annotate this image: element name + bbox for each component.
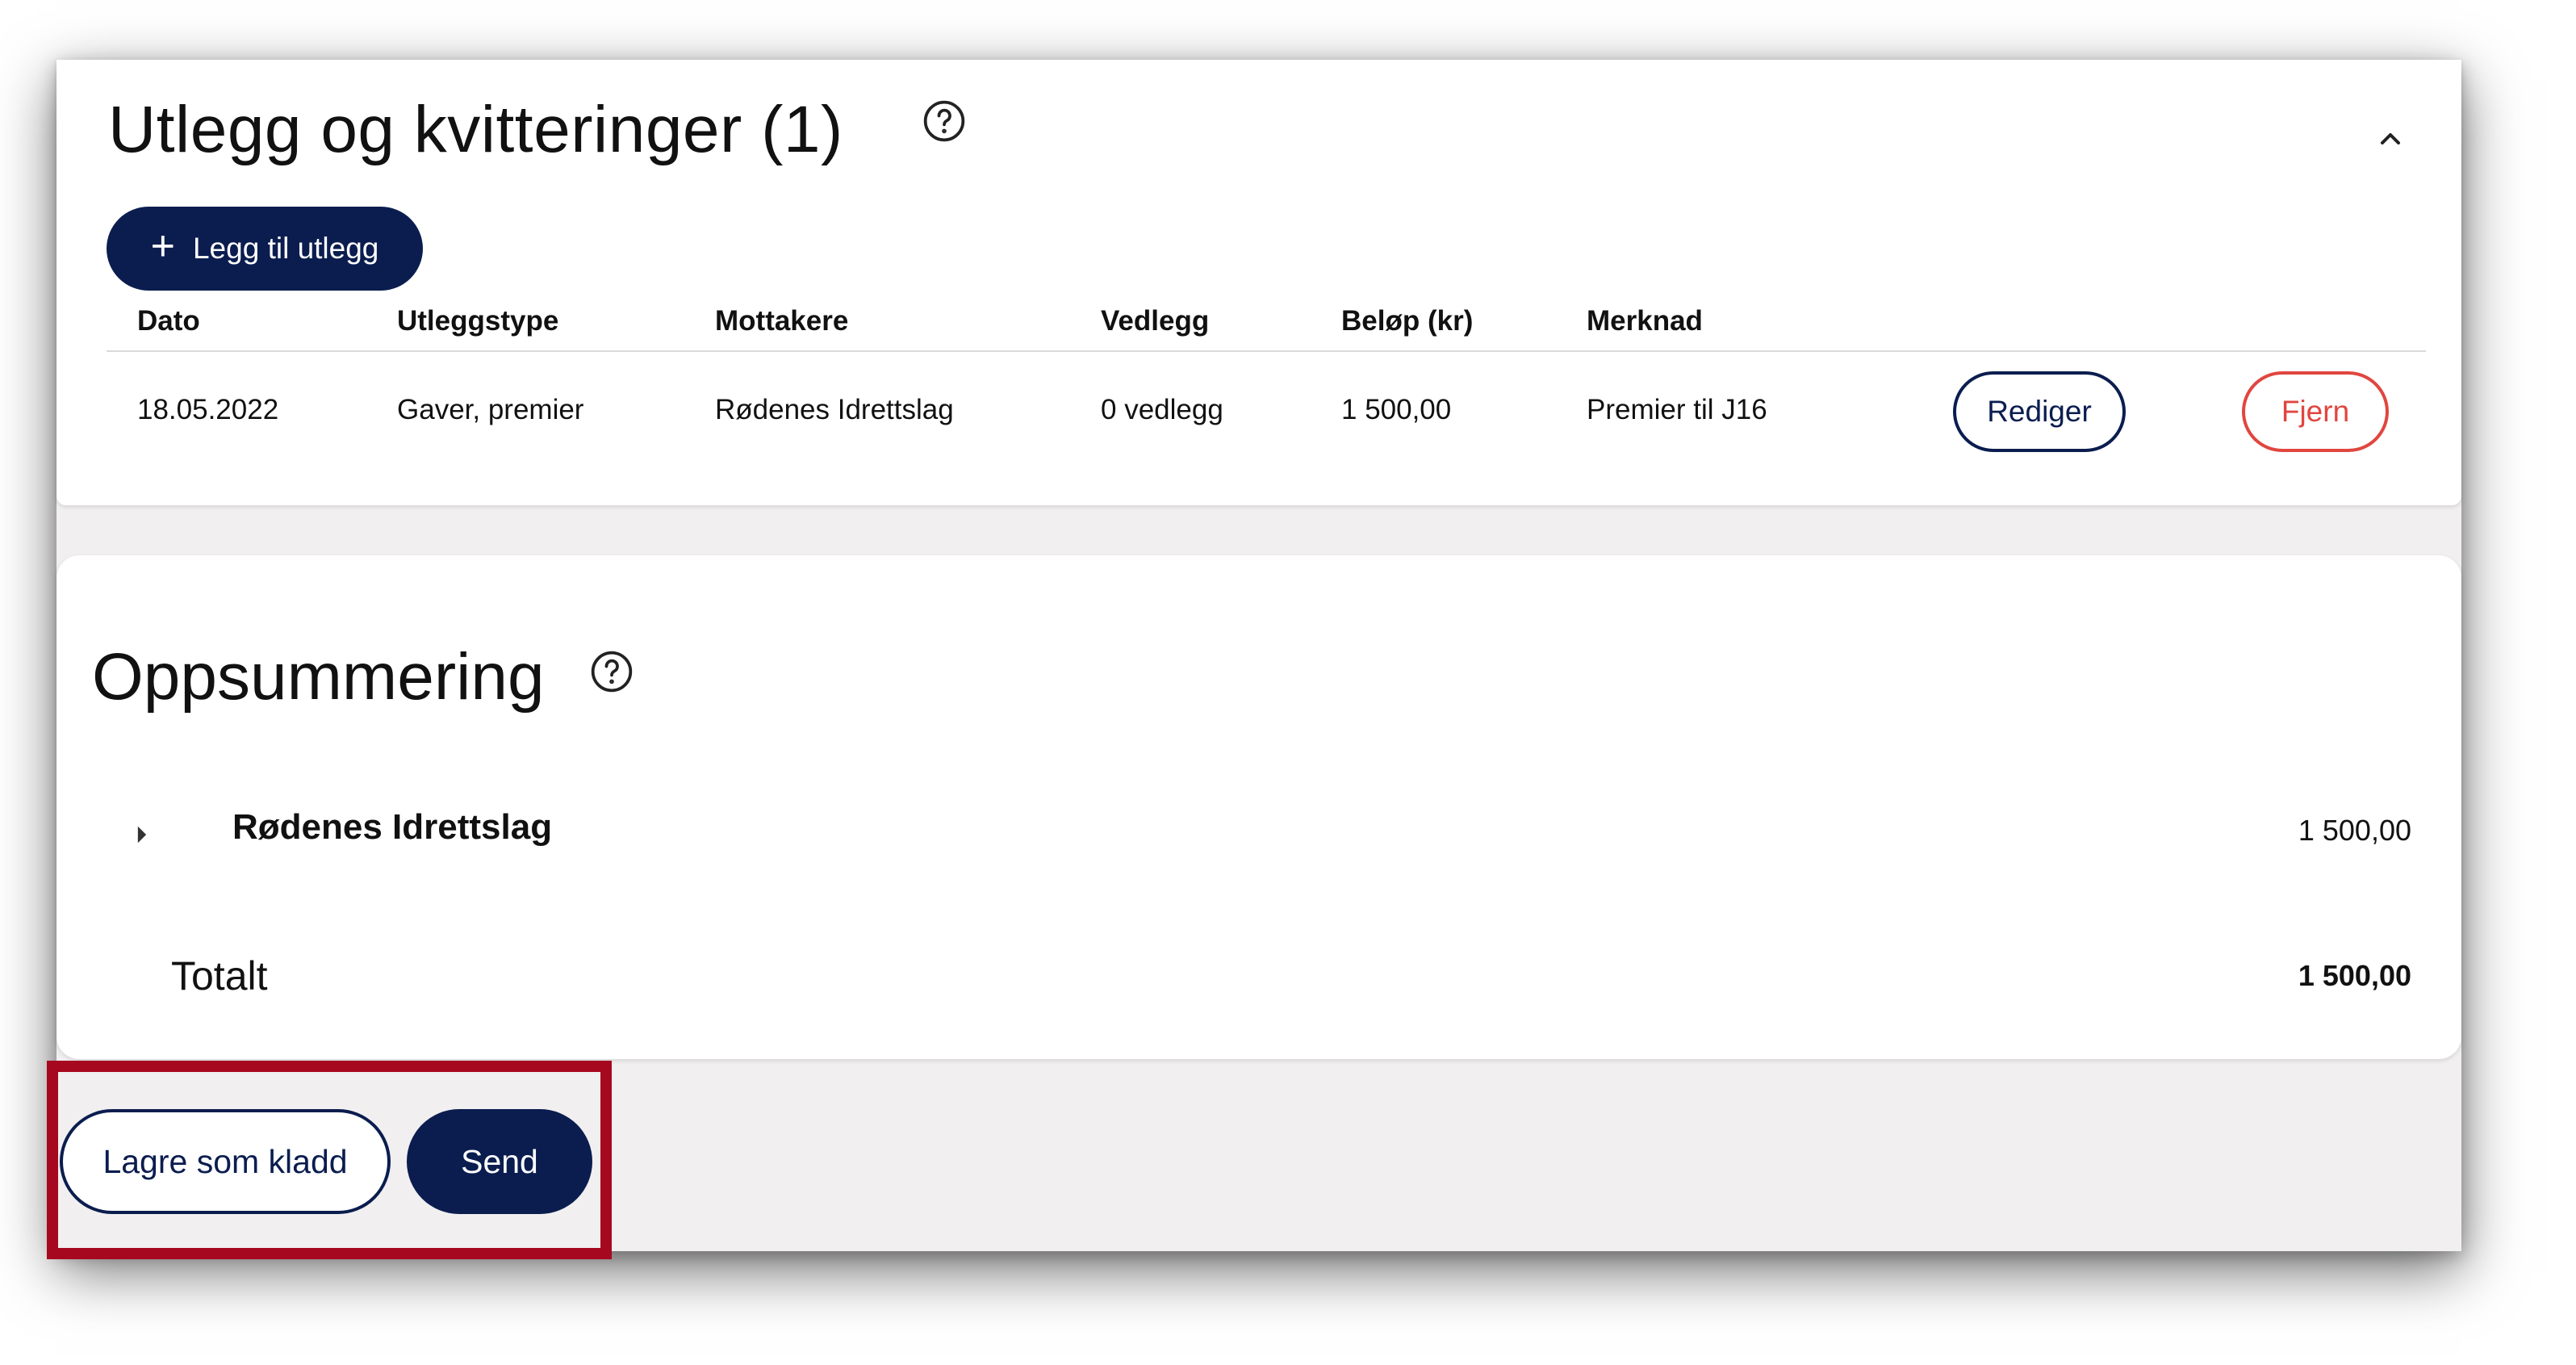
plus-icon: + bbox=[150, 223, 175, 270]
table-row: 18.05.2022 Gaver, premier Rødenes Idrett… bbox=[107, 354, 2426, 473]
cell-type: Gaver, premier bbox=[397, 394, 584, 425]
summary-group-name: Rødenes Idrettslag bbox=[232, 807, 553, 847]
column-header-date: Dato bbox=[137, 305, 200, 337]
cell-date: 18.05.2022 bbox=[137, 394, 279, 425]
cell-amount: 1 500,00 bbox=[1341, 394, 1452, 425]
column-header-type: Utleggstype bbox=[397, 305, 559, 337]
send-button[interactable]: Send bbox=[407, 1109, 592, 1214]
total-label: Totalt bbox=[171, 953, 268, 999]
summary-card: Oppsummering Rødenes Idrettslag 1 500,00… bbox=[56, 555, 2461, 1059]
cell-note: Premier til J16 bbox=[1587, 394, 1767, 425]
summary-group-amount: 1 500,00 bbox=[2298, 814, 2411, 847]
caret-right-icon[interactable] bbox=[126, 819, 158, 851]
column-header-amount: Beløp (kr) bbox=[1341, 305, 1474, 337]
edit-button[interactable]: Rediger bbox=[1953, 371, 2126, 452]
add-expense-button[interactable]: + Legg til utlegg bbox=[107, 207, 423, 291]
column-header-note: Merknad bbox=[1587, 305, 1703, 337]
save-draft-button[interactable]: Lagre som kladd bbox=[60, 1109, 391, 1214]
column-header-recipients: Mottakere bbox=[715, 305, 849, 337]
total-amount: 1 500,00 bbox=[2298, 959, 2411, 992]
expenses-title: Utlegg og kvitteringer (1) bbox=[108, 93, 843, 166]
summary-title: Oppsummering bbox=[92, 640, 545, 714]
cell-recipients: Rødenes Idrettslag bbox=[715, 394, 954, 425]
column-header-attachments: Vedlegg bbox=[1101, 305, 1210, 337]
expenses-table-header: Dato Utleggstype Mottakere Vedlegg Beløp… bbox=[107, 299, 2426, 352]
chevron-up-icon[interactable] bbox=[2366, 115, 2415, 163]
help-circle-icon[interactable] bbox=[922, 98, 967, 144]
expenses-card: Utlegg og kvitteringer (1) + Legg til ut… bbox=[56, 60, 2461, 505]
cell-attachments: 0 vedlegg bbox=[1101, 394, 1223, 425]
remove-button[interactable]: Fjern bbox=[2242, 371, 2389, 452]
add-expense-label: Legg til utlegg bbox=[192, 232, 379, 265]
help-circle-icon[interactable] bbox=[589, 649, 634, 694]
